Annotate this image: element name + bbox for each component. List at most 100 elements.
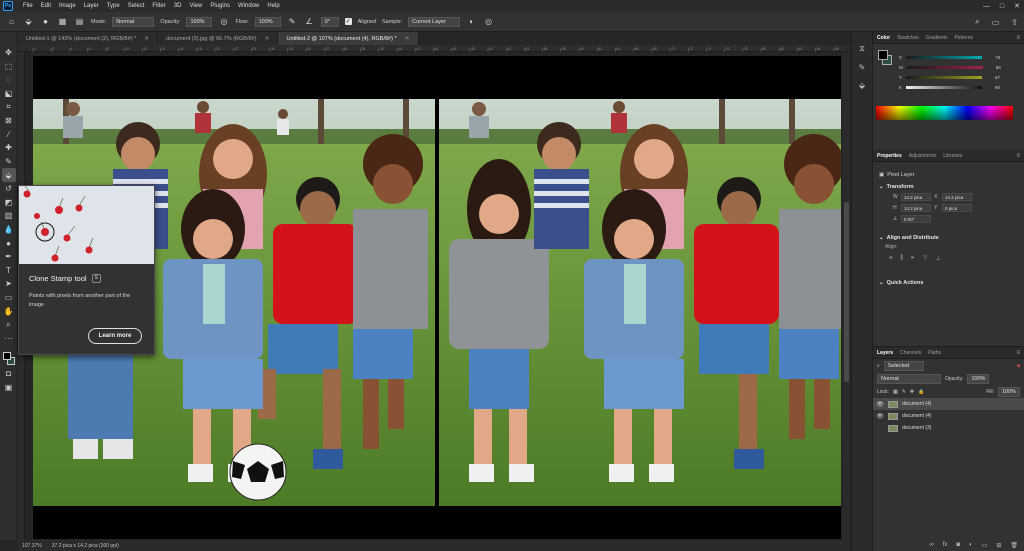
vertical-scrollbar[interactable] [843,52,850,540]
mode-select[interactable]: Normal [112,16,155,27]
gradient-tool-icon[interactable]: ▥ [2,209,16,223]
workspace-icon[interactable]: ▭ [992,18,1000,27]
frame-tool-icon[interactable]: ⊠ [2,114,16,128]
menu-image[interactable]: Image [55,0,80,12]
close-icon[interactable]: ✕ [405,35,410,42]
menu-file[interactable]: File [19,0,37,12]
tab-libraries[interactable]: Libraries [943,153,962,159]
blend-mode-select[interactable]: Normal [877,373,941,384]
brush-tool-icon[interactable]: ✎ [2,155,16,169]
pressure-opacity-icon[interactable]: ◎ [218,16,229,27]
clone-stamp-preset-icon[interactable]: ⬙ [23,16,34,27]
menu-3d[interactable]: 3D [170,0,186,12]
history-panel-icon[interactable]: ⧖ [856,44,868,54]
aligned-checkbox[interactable]: ✓ [344,18,352,25]
eyedropper-tool-icon[interactable]: ⁄ [2,128,16,142]
home-icon[interactable]: ⌂ [6,16,17,27]
tab-untitled-1[interactable]: Untitled-1 @ 143% (document (2), RGB/8#)… [18,32,159,45]
clone-stamp-tool-icon[interactable]: ⬙ [1,168,16,182]
toggle-clone-source-icon[interactable]: ▤ [74,16,85,27]
tab-layers[interactable]: Layers [877,350,893,356]
foreground-color-chip[interactable] [878,50,888,60]
search-icon[interactable]: ⌕ [975,17,979,27]
blur-tool-icon[interactable]: 💧 [2,223,16,237]
width-field[interactable]: 14.2 pica [901,193,931,201]
learn-more-button[interactable]: Learn more [88,328,142,344]
filter-toggle-icon[interactable]: ■ [1017,363,1020,369]
menu-edit[interactable]: Edit [37,0,55,12]
tab-paths[interactable]: Paths [928,350,941,356]
zoom-level[interactable]: 107.37% [22,543,42,549]
y-field[interactable]: 0 pica [942,204,972,212]
hand-tool-icon[interactable]: ✋ [2,304,16,318]
spot-healing-tool-icon[interactable]: ✚ [2,141,16,155]
fill-field[interactable]: 100% [998,386,1020,397]
kind-select[interactable]: Selected [883,360,924,371]
flow-field[interactable]: 100% [254,16,281,27]
layer-row[interactable]: 👁 document (4) [873,398,1024,410]
color-spectrum[interactable] [876,106,1013,120]
ignore-adjustment-icon[interactable]: ◐ [466,16,477,27]
lock-transparent-icon[interactable]: ▦ [893,389,898,395]
angle-field[interactable]: 0.00° [901,215,931,223]
new-layer-icon[interactable]: ⊞ [996,542,1001,549]
layer-style-icon[interactable]: fx [943,542,948,548]
type-tool-icon[interactable]: T [2,264,16,278]
adjustment-layer-icon[interactable]: ◐ [969,542,973,548]
menu-select[interactable]: Select [124,0,149,12]
new-group-icon[interactable]: ▭ [982,542,988,549]
quick-actions-header[interactable]: ⌄ Quick Actions [879,280,1018,286]
rectangle-tool-icon[interactable]: ▭ [2,291,16,305]
add-mask-icon[interactable]: ◙ [956,542,960,548]
eraser-tool-icon[interactable]: ◩ [2,196,16,210]
brush-size-icon[interactable]: ● [40,16,51,27]
zoom-tool-icon[interactable]: ⌕ [2,318,16,332]
menu-filter[interactable]: Filter [148,0,169,12]
tab-adjustments[interactable]: Adjustments [909,153,937,159]
scrollbar-thumb[interactable] [844,202,849,382]
tab-patterns[interactable]: Patterns [954,35,973,41]
align-center-icon[interactable]: ⫼ [900,255,903,262]
path-selection-tool-icon[interactable]: ➤ [2,277,16,291]
x-field[interactable]: 14.2 pica [942,193,972,201]
menu-plugins[interactable]: Plugins [206,0,234,12]
tab-gradients[interactable]: Gradients [926,35,948,41]
history-brush-tool-icon[interactable]: ↺ [2,182,16,196]
close-icon[interactable]: ✕ [1014,2,1020,10]
pen-tool-icon[interactable]: ✒ [2,250,16,264]
menu-view[interactable]: View [185,0,206,12]
close-icon[interactable]: ✕ [144,35,149,42]
maximize-icon[interactable]: □ [1000,3,1004,10]
eye-icon[interactable]: 👁 [876,413,884,420]
close-icon[interactable]: ✕ [264,35,269,42]
screen-mode-icon[interactable]: ▣ [2,381,16,395]
panel-menu-icon[interactable]: ≡ [1016,35,1020,41]
toggle-brush-panel-icon[interactable]: ▦ [57,16,68,27]
link-layers-icon[interactable]: ∞ [929,542,933,548]
crop-tool-icon[interactable]: ⌗ [2,100,16,114]
layer-name[interactable]: document (4) [902,401,931,407]
menu-window[interactable]: Window [234,0,263,12]
document-size[interactable]: 37.2 pica x 14.2 pica (300 ppi) [52,543,119,549]
layer-name[interactable]: document (4) [902,413,931,419]
cyan-slider[interactable]: C 75 [899,54,1000,60]
black-slider[interactable]: K 90 [899,84,1000,90]
panel-menu-icon[interactable]: ≡ [1016,153,1020,159]
align-right-icon[interactable]: ⫸ [911,255,914,262]
brush-settings-icon[interactable]: ✎ [856,62,868,72]
object-selection-tool-icon[interactable]: ⬕ [2,87,16,101]
tab-color[interactable]: Color [877,35,890,41]
lock-pixels-icon[interactable]: ✎ [902,389,906,395]
tab-swatches[interactable]: Swatches [897,35,919,41]
clone-source-icon[interactable]: ⬙ [856,80,868,90]
menu-type[interactable]: Type [103,0,124,12]
panel-menu-icon[interactable]: ≡ [1016,350,1020,356]
tab-channels[interactable]: Channels [900,350,921,356]
layer-name[interactable]: document (3) [902,425,931,431]
angle-field[interactable]: 0° [320,16,339,27]
magenta-slider[interactable]: M 68 [899,64,1001,70]
minimize-icon[interactable]: — [983,3,990,10]
color-swatches[interactable] [2,351,16,367]
align-top-icon[interactable]: ⊤ [923,255,928,262]
more-tools-icon[interactable]: ··· [2,331,16,345]
